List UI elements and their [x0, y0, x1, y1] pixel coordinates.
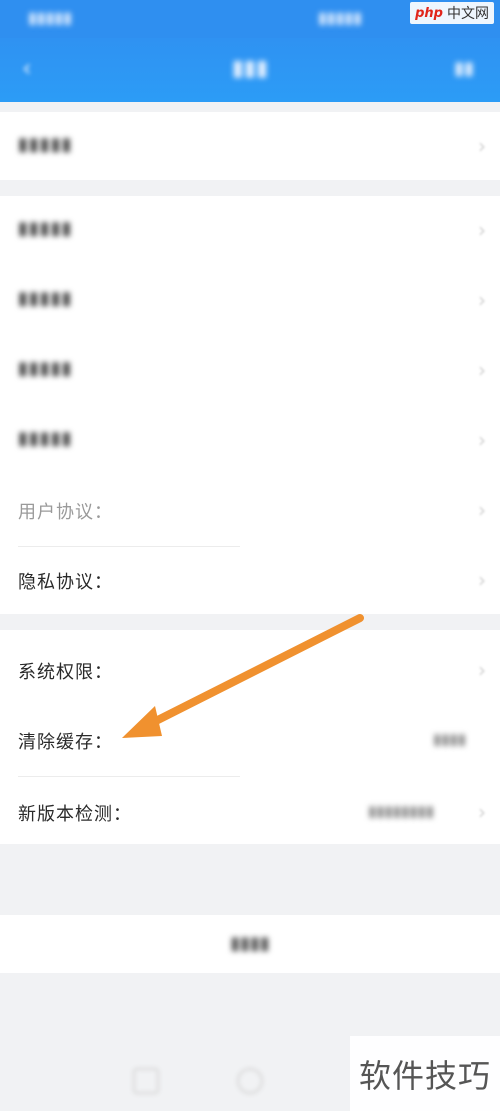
settings-row-3[interactable]: ▮▮▮▮▮ ›: [0, 266, 500, 336]
version-check-row[interactable]: 新版本检测： ▮▮▮▮▮▮▮▮ ›: [0, 778, 500, 848]
settings-group-2: ▮▮▮▮▮ › ▮▮▮▮▮ › ▮▮▮▮▮ › ▮▮▮▮▮ › 用户协议： › …: [0, 196, 500, 614]
software-tips-watermark: 软件技巧: [350, 1036, 500, 1111]
version-status-value: ▮▮▮▮▮▮▮▮: [367, 802, 434, 820]
settings-group-1: ▮▮▮▮▮ ›: [0, 112, 500, 180]
status-bar: ▮▮▮▮▮ ▮▮▮▮▮ php 中文网: [0, 0, 500, 38]
system-permissions-label: 系统权限：: [18, 662, 113, 683]
cache-size-value: ▮▮▮▮: [432, 730, 466, 748]
privacy-agreement-row[interactable]: 隐私协议： ›: [0, 546, 500, 616]
logout-label: ▮▮▮▮: [230, 933, 270, 954]
system-permissions-row[interactable]: 系统权限： ›: [0, 636, 500, 706]
page-title: ▮▮▮: [231, 56, 269, 81]
version-check-label: 新版本检测：: [18, 804, 132, 825]
settings-group-3: 系统权限： › 清除缓存： ▮▮▮▮ 新版本检测： ▮▮▮▮▮▮▮▮ ›: [0, 630, 500, 844]
settings-row-2[interactable]: ▮▮▮▮▮ ›: [0, 196, 500, 266]
chevron-right-icon: ›: [478, 288, 486, 312]
chevron-right-icon: ›: [478, 658, 486, 682]
settings-row-3-label: ▮▮▮▮▮: [18, 288, 73, 309]
status-icons: ▮▮▮▮▮: [318, 8, 363, 27]
user-agreement-label: 用户协议：: [18, 502, 113, 523]
settings-row-1-label: ▮▮▮▮▮: [18, 134, 73, 155]
settings-row-1[interactable]: ▮▮▮▮▮ ›: [0, 112, 500, 180]
settings-row-4-label: ▮▮▮▮▮: [18, 358, 73, 379]
clear-cache-row[interactable]: 清除缓存： ▮▮▮▮: [0, 706, 500, 776]
nav-square-icon[interactable]: [133, 1068, 159, 1094]
settings-row-4[interactable]: ▮▮▮▮▮ ›: [0, 336, 500, 406]
watermark-site-label: 中文网: [447, 6, 489, 22]
chevron-right-icon: ›: [478, 218, 486, 242]
clear-cache-label: 清除缓存：: [18, 732, 113, 753]
chevron-right-icon: ›: [478, 428, 486, 452]
settings-row-5-label: ▮▮▮▮▮: [18, 428, 73, 449]
php-logo: php: [415, 5, 443, 21]
nav-home-icon[interactable]: [237, 1068, 263, 1094]
user-agreement-row[interactable]: 用户协议： ›: [0, 476, 500, 546]
privacy-agreement-label: 隐私协议：: [18, 572, 113, 593]
chevron-right-icon: ›: [478, 568, 486, 592]
settings-row-2-label: ▮▮▮▮▮: [18, 218, 73, 239]
chevron-right-icon: ›: [478, 358, 486, 382]
php-watermark: php 中文网: [410, 2, 494, 24]
chevron-right-icon: ›: [478, 800, 486, 824]
chevron-right-icon: ›: [478, 498, 486, 522]
logout-button[interactable]: ▮▮▮▮: [0, 915, 500, 973]
divider: [18, 776, 240, 777]
header-action-button[interactable]: ▮▮: [454, 58, 474, 79]
chevron-right-icon: ›: [478, 134, 486, 158]
status-time: ▮▮▮▮▮: [28, 8, 73, 27]
app-bar: ‹ ▮▮▮ ▮▮: [0, 38, 500, 102]
settings-row-5[interactable]: ▮▮▮▮▮ ›: [0, 406, 500, 476]
